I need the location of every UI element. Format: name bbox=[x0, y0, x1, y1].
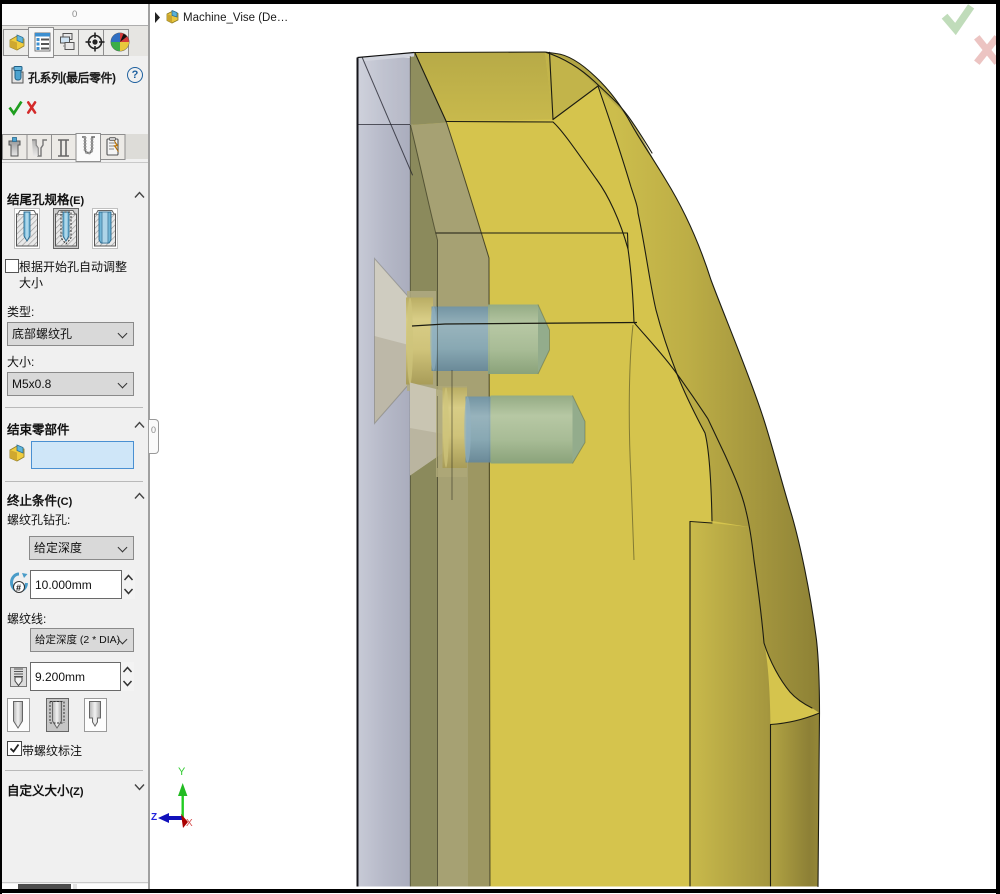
svg-text:#: # bbox=[16, 583, 21, 593]
